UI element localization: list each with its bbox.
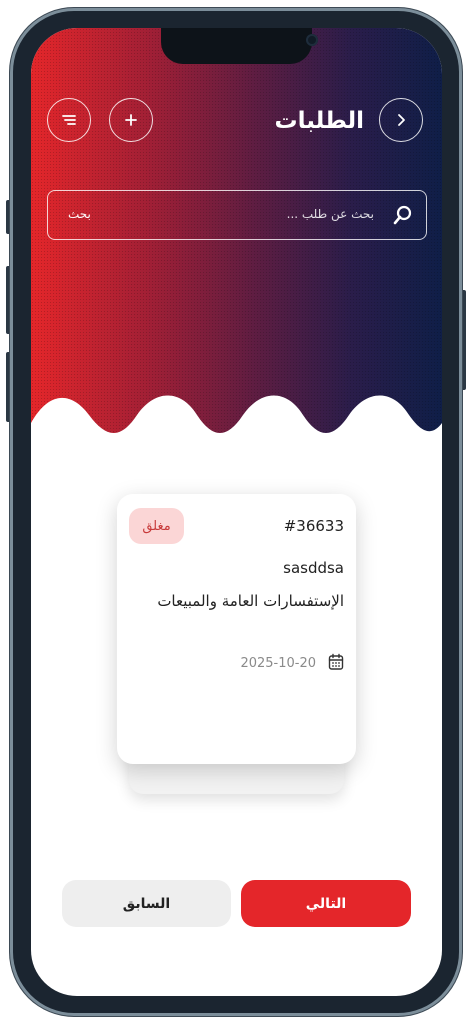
request-category: الإستفسارات العامة والمبيعات — [157, 592, 344, 610]
search-bar[interactable]: بحث — [47, 190, 427, 240]
request-date: 2025-10-20 — [240, 656, 316, 671]
page-title: الطلبات — [274, 108, 364, 134]
add-request-button[interactable] — [109, 98, 153, 142]
header-wave — [31, 395, 442, 463]
chevron-right-icon — [398, 114, 405, 126]
calendar-icon — [328, 653, 344, 670]
search-input[interactable] — [152, 206, 376, 222]
front-camera — [306, 34, 318, 46]
notch — [161, 28, 318, 64]
sort-button[interactable] — [47, 98, 91, 142]
back-button[interactable] — [379, 98, 423, 142]
sort-icon — [62, 115, 76, 125]
app-screen: الطلبات بحث مغلق #36633 sasddsa الإستفسا… — [31, 28, 442, 996]
search-action-label[interactable]: بحث — [68, 207, 91, 221]
previous-button[interactable]: السابق — [62, 880, 231, 927]
request-id: #36633 — [283, 517, 344, 535]
status-badge: مغلق — [129, 508, 184, 544]
search-icon[interactable] — [392, 204, 414, 226]
plus-icon — [125, 114, 137, 126]
request-name: sasddsa — [283, 559, 344, 577]
request-card[interactable]: مغلق #36633 sasddsa الإستفسارات العامة و… — [117, 494, 356, 764]
next-button[interactable]: التالي — [241, 880, 411, 927]
